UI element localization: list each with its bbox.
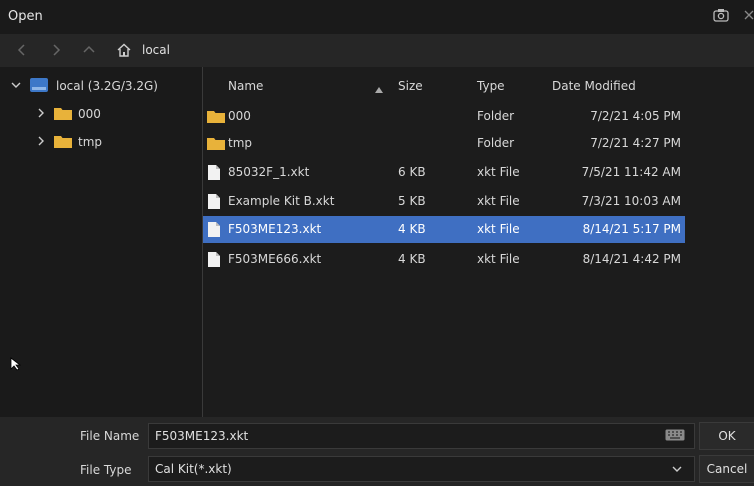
sort-ascending-icon (375, 82, 383, 96)
file-date: 7/2/21 4:27 PM (590, 136, 681, 150)
bottom-bar: File Name F503ME123.xkt OK File Type Cal… (0, 417, 754, 486)
file-row[interactable]: Example Kit B.xkt 5 KB xkt File 7/3/21 1… (203, 188, 685, 215)
file-name: 000 (228, 109, 251, 123)
chevron-right-icon[interactable] (36, 135, 46, 150)
ok-button[interactable]: OK (699, 422, 754, 450)
back-icon[interactable] (14, 42, 30, 58)
file-type-select[interactable]: Cal Kit(*.xkt) (148, 456, 695, 482)
file-type-label: File Type (80, 463, 132, 477)
file-date: 8/14/21 5:17 PM (582, 222, 681, 236)
file-type-value: Cal Kit(*.xkt) (155, 462, 232, 476)
document-icon (208, 252, 220, 270)
file-size: 6 KB (398, 165, 426, 179)
screenshot-icon[interactable] (713, 8, 729, 25)
folder-icon (207, 136, 225, 153)
file-row-selected[interactable]: F503ME123.xkt 4 KB xkt File 8/14/21 5:17… (203, 216, 685, 243)
drive-icon (30, 77, 48, 96)
title-bar: Open (0, 0, 754, 34)
file-size: 5 KB (398, 194, 426, 208)
chevron-down-icon[interactable] (672, 463, 682, 477)
file-name: F503ME666.xkt (228, 252, 322, 266)
close-icon[interactable] (744, 8, 754, 25)
file-date: 7/3/21 10:03 AM (581, 194, 681, 208)
column-header-date[interactable]: Date Modified (552, 79, 636, 93)
keyboard-icon[interactable] (665, 429, 685, 444)
file-type: xkt File (477, 165, 520, 179)
cancel-button[interactable]: Cancel (699, 455, 754, 483)
file-name-field[interactable]: F503ME123.xkt (148, 423, 695, 449)
tree-item-label: 000 (78, 107, 101, 121)
home-icon[interactable] (116, 42, 132, 58)
chevron-right-icon[interactable] (36, 107, 46, 122)
file-date: 8/14/21 4:42 PM (582, 252, 681, 266)
file-row[interactable]: F503ME666.xkt 4 KB xkt File 8/14/21 4:42… (203, 246, 685, 273)
folder-icon (54, 134, 72, 151)
folder-icon (207, 109, 225, 126)
file-row[interactable]: 000 Folder 7/2/21 4:05 PM (203, 103, 685, 130)
file-name: F503ME123.xkt (228, 222, 322, 236)
file-size: 4 KB (398, 252, 426, 266)
file-size: 4 KB (398, 222, 426, 236)
breadcrumb[interactable]: local (142, 43, 170, 57)
file-name: Example Kit B.xkt (228, 194, 335, 208)
document-icon (208, 194, 220, 212)
folder-tree: local (3.2G/3.2G) 000 tmp (0, 67, 203, 417)
up-icon[interactable] (81, 42, 97, 58)
forward-icon[interactable] (48, 42, 64, 58)
file-type: xkt File (477, 252, 520, 266)
file-name: 85032F_1.xkt (228, 165, 310, 179)
list-header: Name Size Type Date Modified (203, 67, 754, 105)
file-list: Name Size Type Date Modified 000 Folder … (203, 67, 754, 417)
file-name: tmp (228, 136, 253, 150)
dialog-title: Open (8, 9, 43, 24)
file-name-value[interactable]: F503ME123.xkt (155, 429, 248, 443)
column-header-name[interactable]: Name (228, 79, 263, 93)
file-name-label: File Name (80, 429, 140, 443)
document-icon (208, 222, 220, 240)
folder-icon (54, 106, 72, 123)
file-type: Folder (477, 136, 515, 150)
navigation-bar: local (0, 34, 754, 67)
tree-item-000[interactable]: 000 (0, 103, 101, 125)
tree-item-local[interactable]: local (3.2G/3.2G) (0, 75, 158, 97)
file-row[interactable]: tmp Folder 7/2/21 4:27 PM (203, 130, 685, 157)
column-header-type[interactable]: Type (477, 79, 505, 93)
file-row[interactable]: 85032F_1.xkt 6 KB xkt File 7/5/21 11:42 … (203, 159, 685, 186)
column-header-size[interactable]: Size (398, 79, 423, 93)
mouse-cursor-icon (10, 357, 22, 374)
file-type: xkt File (477, 222, 520, 236)
file-type: Folder (477, 109, 515, 123)
file-date: 7/2/21 4:05 PM (590, 109, 681, 123)
file-date: 7/5/21 11:42 AM (581, 165, 681, 179)
tree-item-label: local (3.2G/3.2G) (56, 79, 158, 93)
document-icon (208, 165, 220, 183)
chevron-down-icon[interactable] (10, 79, 22, 94)
tree-item-tmp[interactable]: tmp (0, 131, 102, 153)
file-type: xkt File (477, 194, 520, 208)
tree-item-label: tmp (78, 135, 103, 149)
